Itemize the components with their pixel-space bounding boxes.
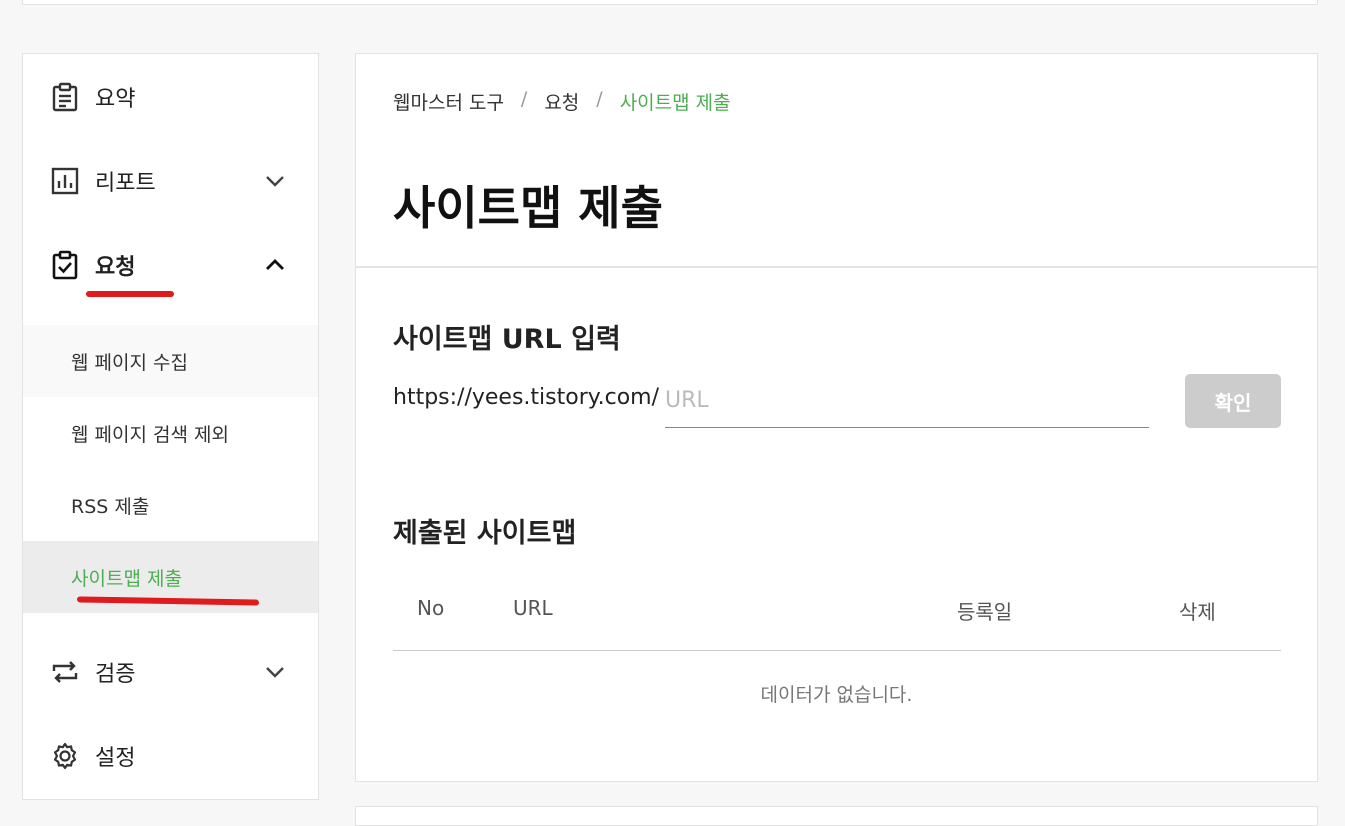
sub-item-rss-submit[interactable]: RSS 제출 xyxy=(23,469,318,541)
clipboard-list-icon xyxy=(52,82,78,112)
bar-chart-icon xyxy=(51,167,79,195)
next-panel-edge xyxy=(355,806,1318,826)
sub-item-web-page-exclude[interactable]: 웹 페이지 검색 제외 xyxy=(23,397,318,469)
sidebar-item-label: 검증 xyxy=(95,662,136,687)
sidebar-item-report[interactable]: 리포트 xyxy=(23,151,318,211)
column-header-date: 등록일 xyxy=(957,600,1013,624)
sidebar-item-label: 요약 xyxy=(95,87,136,112)
sub-item-label: 사이트맵 제출 xyxy=(71,567,182,590)
column-header-url: URL xyxy=(513,596,553,620)
sidebar-item-label: 설정 xyxy=(95,746,136,771)
empty-table-message: 데이터가 없습니다. xyxy=(760,684,913,706)
sub-item-web-page-collect[interactable]: 웹 페이지 수집 xyxy=(23,325,318,397)
chevron-down-icon[interactable] xyxy=(264,661,286,683)
sub-item-label: 웹 페이지 검색 제외 xyxy=(71,423,229,446)
column-header-delete: 삭제 xyxy=(1179,600,1216,624)
header-divider xyxy=(356,266,1317,268)
submitted-sitemap-section-title: 제출된 사이트맵 xyxy=(393,518,577,549)
sub-item-label: RSS 제출 xyxy=(71,495,150,518)
sub-item-label: 웹 페이지 수집 xyxy=(71,351,188,374)
breadcrumb-separator: / xyxy=(520,88,528,110)
gear-icon xyxy=(53,742,77,770)
page-title: 사이트맵 제출 xyxy=(393,181,663,235)
sitemap-url-section-title: 사이트맵 URL 입력 xyxy=(393,324,621,355)
column-header-no: No xyxy=(417,596,445,620)
breadcrumb-item-webmaster[interactable]: 웹마스터 도구 xyxy=(393,88,504,115)
sidebar-item-settings[interactable]: 설정 xyxy=(23,726,318,786)
breadcrumb-separator: / xyxy=(596,88,603,110)
breadcrumb-item-current: 사이트맵 제출 xyxy=(619,92,731,114)
sidebar-item-label: 요청 xyxy=(95,255,136,280)
breadcrumb-item-request[interactable]: 요청 xyxy=(544,88,579,115)
chevron-up-icon[interactable] xyxy=(264,254,286,276)
red-underline-annotation xyxy=(86,291,174,297)
sidebar-item-verify[interactable]: 검증 xyxy=(23,642,318,702)
sidebar-item-request[interactable]: 요청 xyxy=(23,235,318,295)
clipboard-check-icon xyxy=(52,250,78,280)
sidebar-item-label: 리포트 xyxy=(95,171,156,196)
breadcrumb: 웹마스터 도구 / 요청 / 사이트맵 제출 xyxy=(393,88,731,115)
url-prefix: https://yees.tistory.com/ xyxy=(393,385,660,410)
sitemap-url-input[interactable] xyxy=(665,374,1149,428)
sidebar: 요약 리포트 요청 웹 페이지 수집 웹 페이지 검색 제외 RSS 제출 사이… xyxy=(22,53,319,800)
chevron-down-icon[interactable] xyxy=(264,170,286,192)
confirm-button[interactable]: 확인 xyxy=(1185,374,1281,428)
repeat-arrows-icon xyxy=(52,661,78,683)
sidebar-item-summary[interactable]: 요약 xyxy=(23,67,318,127)
main-panel: 웹마스터 도구 / 요청 / 사이트맵 제출 사이트맵 제출 사이트맵 URL … xyxy=(355,53,1318,782)
top-bar-edge xyxy=(22,0,1318,5)
table-divider xyxy=(393,650,1281,651)
